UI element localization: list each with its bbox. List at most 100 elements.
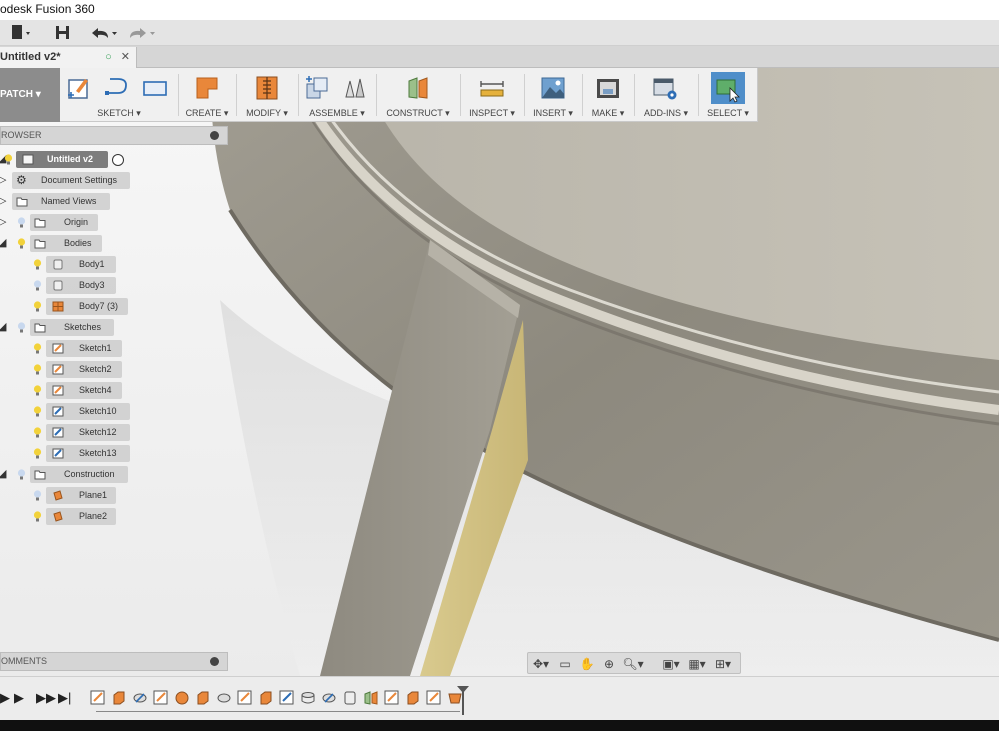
visibility-bulb-icon[interactable] <box>17 217 26 228</box>
sketch-feature-icon[interactable] <box>426 690 442 706</box>
tree-item-bodies[interactable]: Bodies <box>30 235 102 252</box>
visibility-bulb-icon[interactable] <box>33 343 42 354</box>
tree-row[interactable]: ◢ Construction <box>0 466 140 483</box>
tree-item-body[interactable]: Body3 <box>46 277 116 294</box>
tree-row[interactable]: Body7 (3) <box>0 298 140 315</box>
tree-row[interactable]: Body1 <box>0 256 140 273</box>
pan-icon[interactable]: ✋ <box>576 656 598 672</box>
close-tab-icon[interactable]: ✕ <box>121 51 130 63</box>
sketch-feature-icon[interactable] <box>90 690 106 706</box>
visibility-bulb-icon[interactable] <box>33 448 42 459</box>
visibility-bulb-icon[interactable] <box>17 469 26 480</box>
tree-item-sketch[interactable]: Sketch4 <box>46 382 122 399</box>
sketch-feature-icon[interactable] <box>384 690 400 706</box>
construct-group[interactable]: CONSTRUCT ▾ <box>380 68 456 122</box>
pin-icon[interactable] <box>210 131 219 140</box>
visibility-bulb-icon[interactable] <box>33 364 42 375</box>
visibility-bulb-icon[interactable] <box>33 490 42 501</box>
tree-item-root[interactable]: Untitled v2 <box>16 151 108 168</box>
sketch-feature-icon[interactable] <box>153 690 169 706</box>
visibility-bulb-icon[interactable] <box>33 406 42 417</box>
undo-button[interactable] <box>88 23 120 43</box>
pin-icon[interactable] <box>210 657 219 666</box>
extrude-feature-icon[interactable] <box>195 690 211 706</box>
collapse-arrow-icon[interactable]: ◢ <box>0 319 6 336</box>
tree-item-sketch[interactable]: Sketch10 <box>46 403 130 420</box>
tree-item-body[interactable]: Body1 <box>46 256 116 273</box>
tree-row[interactable]: Sketch12 <box>0 424 140 441</box>
expand-arrow-icon[interactable]: ▷ <box>0 193 6 210</box>
expand-arrow-icon[interactable]: ▷ <box>0 214 6 231</box>
tree-item-document-settings[interactable]: ⚙ Document Settings <box>12 172 130 189</box>
visibility-bulb-icon[interactable] <box>33 301 42 312</box>
extrude-feature-icon[interactable] <box>258 690 274 706</box>
add-ins-group[interactable]: ADD-INS ▾ <box>638 68 694 122</box>
save-button[interactable] <box>54 23 72 43</box>
sketch-group[interactable]: SKETCH ▾ <box>64 68 174 122</box>
extrude-feature-icon[interactable] <box>405 690 421 706</box>
tree-item-sketch[interactable]: Sketch13 <box>46 445 130 462</box>
make-group[interactable]: MAKE ▾ <box>586 68 630 122</box>
tree-row[interactable]: Plane1 <box>0 487 140 504</box>
tree-row[interactable]: Sketch4 <box>0 382 140 399</box>
patch-feature-icon[interactable] <box>300 690 316 706</box>
insert-group[interactable]: INSERT ▾ <box>528 68 578 122</box>
tree-item-sketch[interactable]: Sketch12 <box>46 424 130 441</box>
visibility-bulb-icon[interactable] <box>4 154 13 165</box>
fit-icon[interactable]: 🔍︎▾ <box>622 656 644 672</box>
canvas-viewport[interactable] <box>0 68 999 676</box>
orbit-icon[interactable]: ✥▾ <box>530 656 552 672</box>
visibility-bulb-icon[interactable] <box>33 259 42 270</box>
look-at-icon[interactable]: ▭ <box>554 656 576 672</box>
browser-panel-header[interactable]: ROWSER <box>0 126 228 145</box>
sketch-feature-icon[interactable] <box>279 690 295 706</box>
tree-item-sketch[interactable]: Sketch2 <box>46 361 122 378</box>
visibility-bulb-icon[interactable] <box>33 280 42 291</box>
tree-row[interactable]: ▷ Origin <box>0 214 140 231</box>
tree-item-sketches[interactable]: Sketches <box>30 319 114 336</box>
tree-root[interactable]: ◢ Untitled v2 <box>0 151 140 168</box>
expand-arrow-icon[interactable]: ▷ <box>0 172 6 189</box>
workspace-switcher[interactable]: PATCH ▾ <box>0 68 60 122</box>
display-settings-icon[interactable]: ▣▾ <box>660 656 682 672</box>
tree-row[interactable]: Plane2 <box>0 508 140 525</box>
inspect-group[interactable]: INSPECT ▾ <box>464 68 520 122</box>
tree-row[interactable]: ◢ Bodies <box>0 235 140 252</box>
comments-panel-header[interactable]: OMMENTS <box>0 652 228 671</box>
extrude-feature-icon[interactable] <box>111 690 127 706</box>
step-back-icon[interactable]: ▶ <box>0 690 10 706</box>
file-menu-button[interactable] <box>8 23 34 43</box>
visibility-bulb-icon[interactable] <box>33 385 42 396</box>
tree-row[interactable]: Sketch10 <box>0 403 140 420</box>
sketch-feature-icon[interactable] <box>237 690 253 706</box>
revolve-feature-icon[interactable] <box>321 690 337 706</box>
tree-row[interactable]: ◢ Sketches <box>0 319 140 336</box>
collapse-arrow-icon[interactable]: ◢ <box>0 235 6 252</box>
go-to-end-icon[interactable]: ▶| <box>58 690 71 706</box>
select-group[interactable]: SELECT ▾ <box>702 68 754 122</box>
visibility-bulb-icon[interactable] <box>17 322 26 333</box>
modify-group[interactable]: MODIFY ▾ <box>240 68 294 122</box>
body-feature-icon[interactable] <box>342 690 358 706</box>
tree-row[interactable]: Body3 <box>0 277 140 294</box>
redo-button[interactable] <box>126 23 158 43</box>
tree-row[interactable]: ▷ ⚙ Document Settings <box>0 172 140 189</box>
plane-feature-icon[interactable] <box>363 690 379 706</box>
tree-row[interactable]: Sketch1 <box>0 340 140 357</box>
tree-item-sketch[interactable]: Sketch1 <box>46 340 122 357</box>
tree-row[interactable]: Sketch2 <box>0 361 140 378</box>
visibility-bulb-icon[interactable] <box>33 427 42 438</box>
tree-row[interactable]: ▷ Named Views <box>0 193 140 210</box>
step-forward-icon[interactable]: ▶▶ <box>36 690 56 706</box>
collapse-arrow-icon[interactable]: ◢ <box>0 466 6 483</box>
loft-feature-icon[interactable] <box>174 690 190 706</box>
tree-item-plane[interactable]: Plane2 <box>46 508 116 525</box>
revolve-feature-icon[interactable] <box>132 690 148 706</box>
tree-item-origin[interactable]: Origin <box>30 214 98 231</box>
play-icon[interactable]: ▶ <box>14 690 24 706</box>
tree-row[interactable]: Sketch13 <box>0 445 140 462</box>
grid-snaps-icon[interactable]: ▦▾ <box>686 656 708 672</box>
viewports-icon[interactable]: ⊞▾ <box>712 656 734 672</box>
visibility-bulb-icon[interactable] <box>17 238 26 249</box>
tree-item-construction[interactable]: Construction <box>30 466 128 483</box>
